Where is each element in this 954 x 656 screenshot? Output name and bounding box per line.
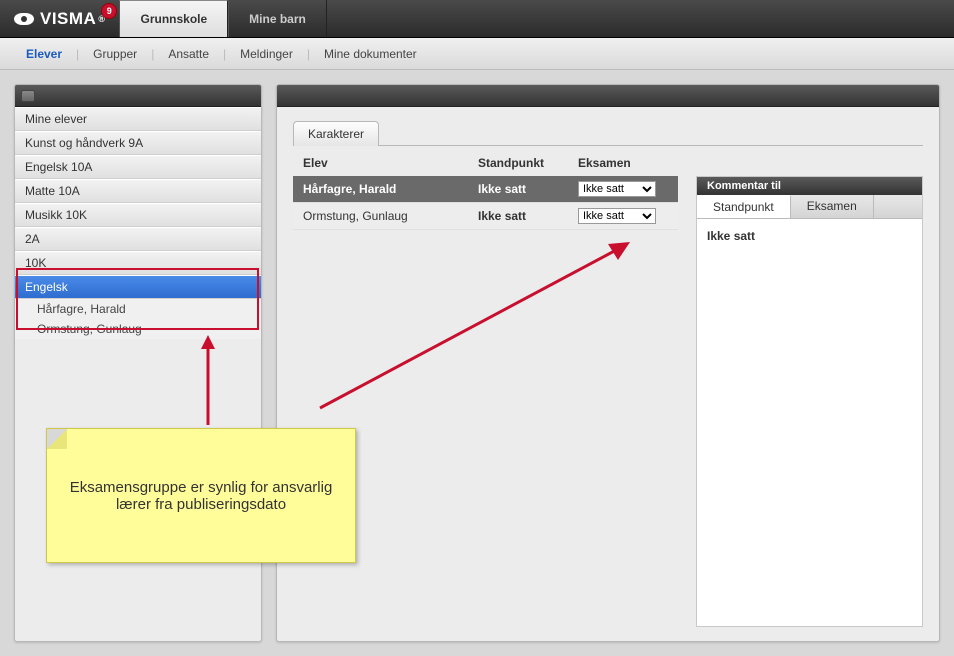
collapse-handle-icon[interactable]	[21, 90, 35, 102]
comment-panel: Kommentar til Standpunkt Eksamen Ikke sa…	[696, 176, 923, 627]
cell-standpunkt: Ikke satt	[478, 182, 578, 196]
sidebar-sub-harfagre[interactable]: Hårfagre, Harald	[15, 299, 261, 319]
subnav-ansatte[interactable]: Ansatte	[162, 47, 215, 61]
sidebar-item-engelsk10a[interactable]: Engelsk 10A	[15, 155, 261, 179]
sidebar-item-kunst[interactable]: Kunst og håndverk 9A	[15, 131, 261, 155]
tab-mine-barn[interactable]: Mine barn	[228, 0, 327, 37]
table-row[interactable]: Hårfagre, Harald Ikke satt Ikke satt	[293, 176, 678, 203]
sidebar-item-10k[interactable]: 10K	[15, 251, 261, 275]
subnav-grupper[interactable]: Grupper	[87, 47, 143, 61]
comment-title: Kommentar til	[697, 177, 922, 195]
sidebar-list: Mine elever Kunst og håndverk 9A Engelsk…	[15, 107, 261, 339]
note-fold-icon	[47, 429, 67, 449]
subnav-elever[interactable]: Elever	[20, 47, 68, 61]
tab-grunnskole[interactable]: Grunnskole	[119, 0, 228, 37]
logo-text: VISMA	[40, 9, 96, 29]
column-headers: Elev Standpunkt Eksamen	[293, 146, 923, 176]
comment-tab-standpunkt[interactable]: Standpunkt	[697, 195, 791, 218]
annotation-note: Eksamensgruppe er synlig for ansvarlig l…	[46, 428, 356, 563]
cell-name: Hårfagre, Harald	[303, 182, 478, 196]
sidebar-item-matte10a[interactable]: Matte 10A	[15, 179, 261, 203]
table-row[interactable]: Ormstung, Gunlaug Ikke satt Ikke satt	[293, 203, 678, 230]
sidebar-sub-ormstung[interactable]: Ormstung, Gunlaug	[15, 319, 261, 339]
main-tabrow: Karakterer	[293, 121, 923, 146]
col-header-standpunkt: Standpunkt	[478, 156, 578, 170]
sidebar-item-engelsk[interactable]: Engelsk	[15, 275, 261, 299]
eye-icon	[14, 13, 34, 25]
comment-tab-eksamen[interactable]: Eksamen	[791, 195, 874, 218]
subnav-meldinger[interactable]: Meldinger	[234, 47, 299, 61]
sidebar-item-musikk10k[interactable]: Musikk 10K	[15, 203, 261, 227]
logo[interactable]: VISMA ® 9	[0, 0, 119, 37]
cell-standpunkt: Ikke satt	[478, 209, 578, 223]
comment-body: Ikke satt	[697, 219, 922, 253]
subnav: Elever | Grupper | Ansatte | Meldinger |…	[0, 38, 954, 70]
col-header-elev: Elev	[303, 156, 478, 170]
sidebar-header	[15, 85, 261, 107]
cell-name: Ormstung, Gunlaug	[303, 209, 478, 223]
eksamen-select[interactable]: Ikke satt	[578, 181, 656, 197]
tab-karakterer[interactable]: Karakterer	[293, 121, 379, 146]
comment-tabs: Standpunkt Eksamen	[697, 195, 922, 219]
note-text: Eksamensgruppe er synlig for ansvarlig l…	[65, 479, 337, 513]
sidebar-item-2a[interactable]: 2A	[15, 227, 261, 251]
eksamen-select[interactable]: Ikke satt	[578, 208, 656, 224]
main-panel: Karakterer Elev Standpunkt Eksamen Hårfa…	[276, 84, 940, 642]
sidebar-item-mine-elever[interactable]: Mine elever	[15, 107, 261, 131]
top-tabs: Grunnskole Mine barn	[119, 0, 326, 37]
notification-badge[interactable]: 9	[101, 3, 117, 19]
topbar: VISMA ® 9 Grunnskole Mine barn	[0, 0, 954, 38]
col-header-eksamen: Eksamen	[578, 156, 668, 170]
main-header	[277, 85, 939, 107]
subnav-minedokumenter[interactable]: Mine dokumenter	[318, 47, 423, 61]
